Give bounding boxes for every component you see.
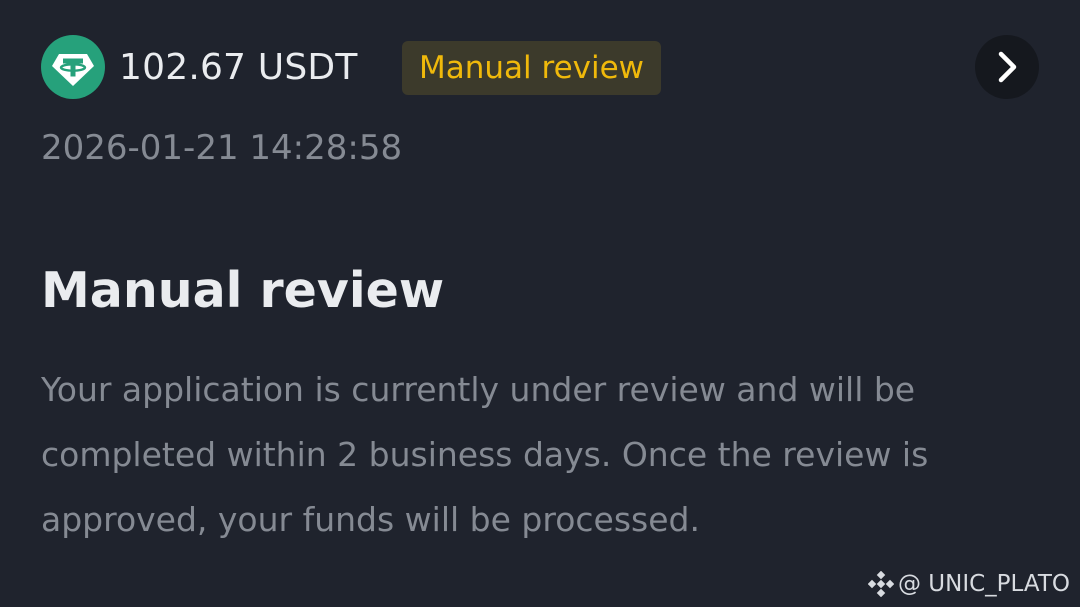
review-title: Manual review xyxy=(41,262,445,319)
status-badge: Manual review xyxy=(402,41,662,95)
transaction-detail-card: 102.67 USDT Manual review 2026-01-21 14:… xyxy=(0,0,1080,607)
transaction-amount: 102.67 USDT xyxy=(119,46,358,88)
binance-logo-icon xyxy=(867,571,894,597)
tether-icon xyxy=(41,35,105,99)
transaction-header: 102.67 USDT xyxy=(41,35,358,99)
details-button[interactable] xyxy=(975,35,1039,99)
chevron-right-icon xyxy=(998,51,1017,83)
review-message: Your application is currently under revi… xyxy=(41,370,929,539)
watermark-text: @ UNIC_PLATO xyxy=(897,571,1070,597)
watermark: @ UNIC_PLATO xyxy=(867,571,1070,597)
transaction-timestamp: 2026-01-21 14:28:58 xyxy=(41,128,403,168)
